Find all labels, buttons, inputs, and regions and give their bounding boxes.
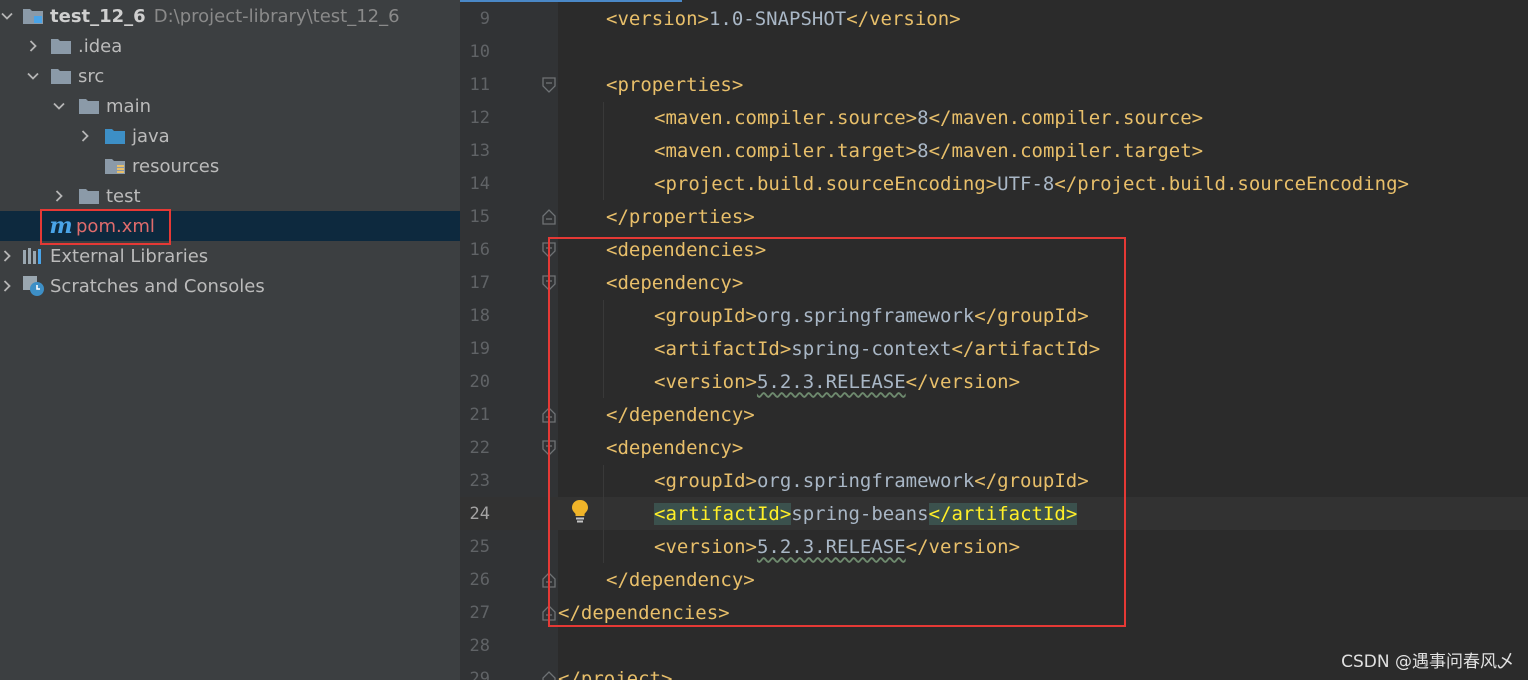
- fold-marker-icon[interactable]: [542, 671, 556, 680]
- code-text: <maven.compiler.source>8</maven.compiler…: [654, 107, 1203, 129]
- code-line[interactable]: 13 <maven.compiler.target>8</maven.compil…: [460, 134, 1528, 167]
- line-number: 29: [469, 668, 490, 680]
- xml-tag: <project.build.sourceEncoding>: [654, 172, 998, 195]
- tree-item-scratches[interactable]: Scratches and Consoles: [0, 271, 460, 301]
- xml-tag: </maven.compiler.source>: [928, 106, 1204, 129]
- line-number: 24: [469, 503, 490, 524]
- scratches-icon: [22, 271, 48, 301]
- xml-tag: </project>: [558, 667, 673, 680]
- line-number: 23: [469, 470, 490, 491]
- chevron-right-icon[interactable]: [78, 121, 92, 151]
- xml-value: 8: [917, 139, 929, 162]
- line-number: 14: [469, 173, 490, 194]
- tree-item-java[interactable]: java: [0, 121, 460, 151]
- folder-icon: [50, 61, 76, 91]
- xml-value: 1.0-SNAPSHOT: [708, 7, 847, 30]
- xml-tag: </version>: [846, 7, 961, 30]
- line-number: 28: [469, 635, 490, 656]
- code-text: <properties>: [606, 74, 743, 96]
- code-line[interactable]: 11 <properties>: [460, 68, 1528, 101]
- tree-item-label: External Libraries: [50, 245, 209, 267]
- chevron-right-icon[interactable]: [0, 271, 14, 301]
- folder-icon: [78, 181, 104, 211]
- code-line[interactable]: 14 <project.build.sourceEncoding>UTF-8</p…: [460, 167, 1528, 200]
- xml-tag: </properties>: [606, 205, 755, 228]
- line-number: 25: [469, 536, 490, 557]
- chevron-down-icon[interactable]: [0, 1, 14, 31]
- chevron-right-icon[interactable]: [26, 31, 40, 61]
- tree-item-label: main: [106, 95, 151, 117]
- folder-icon: [50, 31, 76, 61]
- xml-value: UTF-8: [997, 172, 1055, 195]
- code-line[interactable]: 15 </properties>: [460, 200, 1528, 233]
- tree-item-main[interactable]: main: [0, 91, 460, 121]
- folder-icon: [78, 91, 104, 121]
- fold-marker-icon[interactable]: [542, 209, 556, 225]
- code-text: <maven.compiler.target>8</maven.compiler…: [654, 140, 1203, 162]
- xml-tag: <maven.compiler.source>: [654, 106, 918, 129]
- code-text: <version>1.0-SNAPSHOT</version>: [606, 8, 961, 30]
- tree-item-src[interactable]: src: [0, 61, 460, 91]
- chevron-right-icon[interactable]: [52, 181, 66, 211]
- code-line[interactable]: 12 <maven.compiler.source>8</maven.compil…: [460, 101, 1528, 134]
- project-root-label: test_12_6: [50, 5, 146, 27]
- line-number: 20: [469, 371, 490, 392]
- watermark: CSDN @遇事问春风乄: [1341, 652, 1514, 672]
- xml-tag: <maven.compiler.target>: [654, 139, 918, 162]
- code-line[interactable]: 10: [460, 35, 1528, 68]
- line-number: 16: [469, 239, 490, 260]
- line-number: 26: [469, 569, 490, 590]
- xml-value: 8: [917, 106, 929, 129]
- xml-tag: <properties>: [606, 73, 744, 96]
- tree-item-project-root[interactable]: test_12_6 D:\project-library\test_12_6: [0, 1, 460, 31]
- libraries-icon: [22, 241, 48, 271]
- code-line[interactable]: 9 <version>1.0-SNAPSHOT</version>: [460, 2, 1528, 35]
- line-number: 19: [469, 338, 490, 359]
- xml-tag: </maven.compiler.target>: [928, 139, 1204, 162]
- annotation-box-pom: [40, 209, 171, 245]
- source-folder-icon: [104, 121, 130, 151]
- code-text: </properties>: [606, 206, 755, 228]
- tree-item-label: src: [78, 65, 105, 87]
- xml-tag: </project.build.sourceEncoding>: [1054, 172, 1409, 195]
- tree-item-resources[interactable]: resources: [0, 151, 460, 181]
- tree-item-label: java: [132, 125, 170, 147]
- line-number: 9: [479, 8, 490, 29]
- line-number: 17: [469, 272, 490, 293]
- tree-item-label: test: [106, 185, 141, 207]
- line-number: 10: [469, 41, 490, 62]
- code-text: </project>: [558, 668, 672, 680]
- project-tool-window: test_12_6 D:\project-library\test_12_6 .…: [0, 0, 460, 680]
- annotation-box-dependencies: [548, 237, 1126, 627]
- chevron-down-icon[interactable]: [26, 61, 40, 91]
- tree-item-label: resources: [132, 155, 220, 177]
- module-folder-icon: [22, 1, 48, 31]
- line-number: 11: [469, 74, 490, 95]
- line-number: 13: [469, 140, 490, 161]
- line-number: 12: [469, 107, 490, 128]
- tree-item-idea[interactable]: .idea: [0, 31, 460, 61]
- tree-item-label: .idea: [78, 35, 123, 57]
- line-number: 15: [469, 206, 490, 227]
- project-root-path: D:\project-library\test_12_6: [153, 5, 400, 27]
- xml-tag: <version>: [606, 7, 709, 30]
- tree-item-label: Scratches and Consoles: [50, 275, 265, 297]
- chevron-right-icon[interactable]: [0, 241, 14, 271]
- line-number: 22: [469, 437, 490, 458]
- fold-marker-icon[interactable]: [542, 77, 556, 93]
- line-number: 18: [469, 305, 490, 326]
- line-number: 21: [469, 404, 490, 425]
- tree-item-external-libraries[interactable]: External Libraries: [0, 241, 460, 271]
- resources-folder-icon: [104, 151, 130, 181]
- line-number: 27: [469, 602, 490, 623]
- chevron-down-icon[interactable]: [52, 91, 66, 121]
- code-text: <project.build.sourceEncoding>UTF-8</pro…: [654, 173, 1409, 195]
- tree-item-test[interactable]: test: [0, 181, 460, 211]
